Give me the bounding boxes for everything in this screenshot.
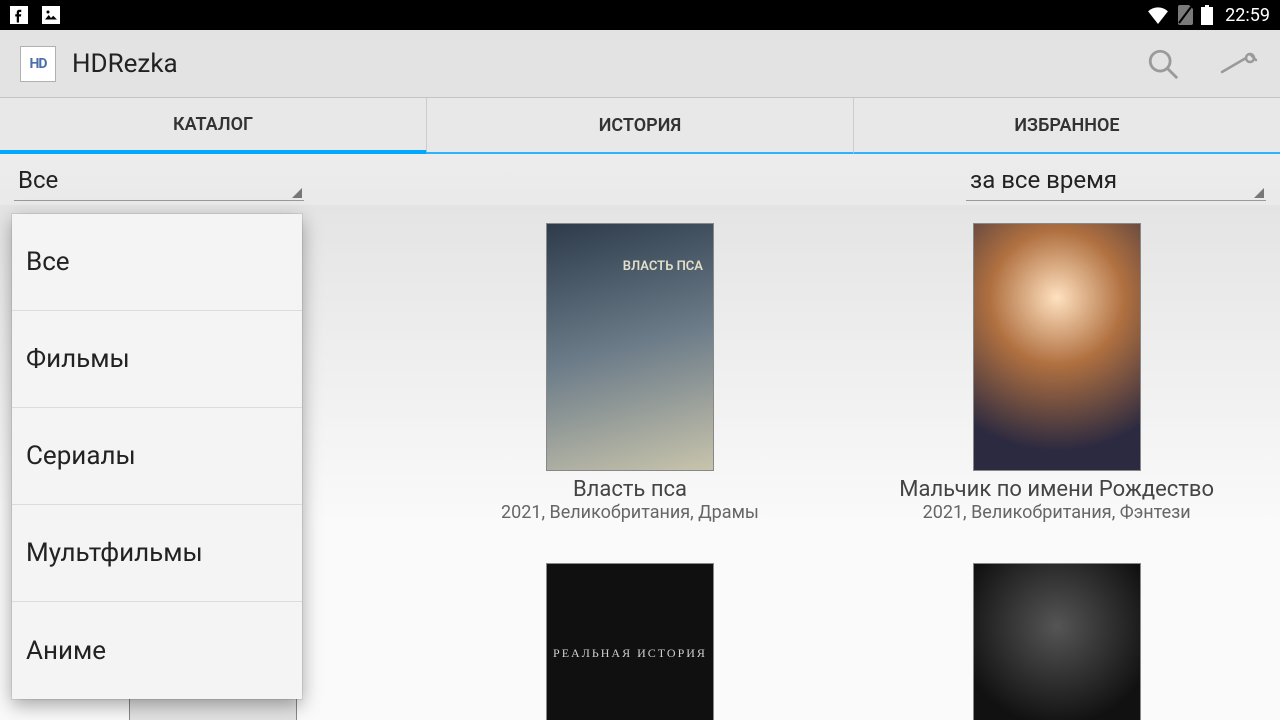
category-spinner-value: Все [18,166,58,194]
dropdown-option-series[interactable]: Сериалы [12,408,302,505]
no-sim-icon [1177,5,1193,25]
tab-favorites[interactable]: ИЗБРАННОЕ [854,98,1280,154]
dropdown-option-label: Сериалы [26,441,136,471]
movie-card[interactable]: Мальчик по имени Рождество 2021, Великоб… [847,223,1267,545]
tab-label: ИЗБРАННОЕ [1014,115,1119,136]
tab-label: КАТАЛОГ [173,114,253,135]
tab-catalog[interactable]: КАТАЛОГ [0,98,427,154]
status-bar: 22:59 [0,0,1280,30]
dropdown-option-all[interactable]: Все [12,214,302,311]
movie-poster [973,563,1141,720]
tab-label: ИСТОРИЯ [599,115,681,136]
movie-title: Мальчик по имени Рождество [899,477,1214,502]
movie-title: Власть пса [573,477,687,502]
movie-card[interactable]: РЕАЛЬНАЯ ИСТОРИЯ [420,563,840,720]
movie-poster: ВЛАСТЬ ПСА [546,223,714,471]
movie-poster [973,223,1141,471]
app-logo: HD [20,46,56,82]
battery-icon [1201,5,1213,25]
dropdown-option-cartoons[interactable]: Мультфильмы [12,505,302,602]
poster-caption: РЕАЛЬНАЯ ИСТОРИЯ [553,646,707,661]
settings-icon[interactable] [1220,49,1260,79]
app-bar: HD HDRezka [0,30,1280,98]
search-icon[interactable] [1146,47,1180,81]
category-spinner[interactable]: Все [14,162,304,201]
tab-history[interactable]: ИСТОРИЯ [427,98,854,154]
dropdown-option-label: Мультфильмы [26,538,203,568]
status-time: 22:59 [1225,5,1270,26]
gallery-icon [42,6,60,24]
tabs: КАТАЛОГ ИСТОРИЯ ИЗБРАННОЕ [0,98,1280,154]
movie-card[interactable] [847,563,1267,720]
dropdown-option-label: Все [26,247,70,277]
facebook-icon [10,6,28,24]
app-title: HDRezka [72,49,178,79]
category-dropdown: Все Фильмы Сериалы Мультфильмы Аниме [12,214,302,699]
filter-row: Все за все время [0,154,1280,205]
period-spinner-value: за все время [970,166,1117,194]
dropdown-option-label: Фильмы [26,344,130,374]
dropdown-option-anime[interactable]: Аниме [12,602,302,699]
dropdown-option-label: Аниме [26,636,106,666]
poster-caption: ВЛАСТЬ ПСА [623,260,703,274]
movie-poster: РЕАЛЬНАЯ ИСТОРИЯ [546,563,714,720]
period-spinner[interactable]: за все время [966,162,1266,201]
movie-meta: 2021, Великобритания, Фэнтези [923,502,1191,523]
movie-card[interactable]: ВЛАСТЬ ПСА Власть пса 2021, Великобритан… [420,223,840,545]
wifi-icon [1147,6,1169,24]
movie-meta: 2021, Великобритания, Драмы [501,502,759,523]
dropdown-option-films[interactable]: Фильмы [12,311,302,408]
